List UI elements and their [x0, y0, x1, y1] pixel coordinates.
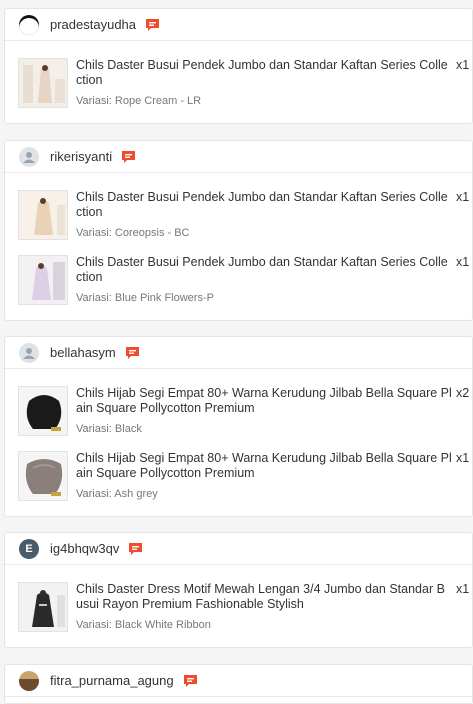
- chat-icon[interactable]: [183, 674, 198, 688]
- order-header: pradestayudha: [5, 9, 472, 41]
- product-title[interactable]: Chils Hijab Segi Empat 80+ Warna Kerudun…: [76, 386, 452, 416]
- product-quantity: x1: [456, 451, 470, 465]
- buyer-avatar[interactable]: [19, 342, 39, 363]
- order-card: pradestayudha Chils Daster Busui Pendek …: [4, 8, 473, 124]
- order-header: bellahasym: [5, 337, 472, 369]
- product-quantity: x1: [456, 582, 470, 596]
- order-item[interactable]: Chils Hijab Segi Empat 80+ Warna Kerudun…: [18, 386, 473, 438]
- product-thumbnail: [18, 58, 68, 108]
- product-quantity: x1: [456, 255, 470, 269]
- buyer-username[interactable]: rikerisyanti: [50, 149, 112, 164]
- buyer-username[interactable]: ig4bhqw3qv: [50, 541, 119, 556]
- chat-icon[interactable]: [128, 542, 143, 556]
- product-variant: Variasi: Rope Cream - LR: [76, 95, 202, 107]
- order-header: fitra_purnama_agung: [5, 665, 472, 697]
- product-variant: Variasi: Blue Pink Flowers-P: [76, 292, 214, 304]
- product-title[interactable]: Chils Daster Busui Pendek Jumbo dan Stan…: [76, 58, 452, 88]
- product-title[interactable]: Chils Hijab Segi Empat 80+ Warna Kerudun…: [76, 451, 452, 481]
- product-variant: Variasi: Coreopsis - BC: [76, 227, 190, 239]
- buyer-avatar[interactable]: [19, 146, 39, 167]
- chat-icon[interactable]: [121, 150, 136, 164]
- order-header: E ig4bhqw3qv: [5, 533, 472, 565]
- order-card: E ig4bhqw3qv Chils Daster Dress Motif Me…: [4, 532, 473, 648]
- chat-icon[interactable]: [125, 346, 140, 360]
- product-thumbnail: [18, 451, 68, 501]
- product-quantity: x1: [456, 58, 470, 72]
- order-card: rikerisyanti Chils Daster Busui Pendek J…: [4, 140, 473, 321]
- user-icon: [23, 151, 35, 163]
- order-item[interactable]: Chils Daster Busui Pendek Jumbo dan Stan…: [18, 255, 473, 307]
- buyer-avatar[interactable]: [19, 670, 39, 691]
- order-card: fitra_purnama_agung: [4, 664, 473, 704]
- product-variant: Variasi: Ash grey: [76, 488, 158, 500]
- product-quantity: x1: [456, 190, 470, 204]
- chat-icon[interactable]: [145, 18, 160, 32]
- user-icon: [23, 347, 35, 359]
- order-item[interactable]: Chils Daster Busui Pendek Jumbo dan Stan…: [18, 58, 473, 110]
- order-item[interactable]: Chils Daster Busui Pendek Jumbo dan Stan…: [18, 190, 473, 242]
- product-thumbnail: [18, 582, 68, 632]
- product-thumbnail: [18, 386, 68, 436]
- product-thumbnail: [18, 255, 68, 305]
- buyer-username[interactable]: pradestayudha: [50, 17, 136, 32]
- order-header: rikerisyanti: [5, 141, 472, 173]
- product-thumbnail: [18, 190, 68, 240]
- product-title[interactable]: Chils Daster Busui Pendek Jumbo dan Stan…: [76, 255, 452, 285]
- order-item[interactable]: Chils Daster Dress Motif Mewah Lengan 3/…: [18, 582, 473, 634]
- order-item[interactable]: Chils Hijab Segi Empat 80+ Warna Kerudun…: [18, 451, 473, 503]
- product-variant: Variasi: Black: [76, 423, 142, 435]
- buyer-avatar[interactable]: [19, 14, 39, 35]
- product-title[interactable]: Chils Daster Busui Pendek Jumbo dan Stan…: [76, 190, 452, 220]
- buyer-avatar[interactable]: E: [19, 538, 39, 559]
- product-quantity: x2: [456, 386, 470, 400]
- order-card: bellahasym Chils Hijab Segi Empat 80+ Wa…: [4, 336, 473, 517]
- buyer-username[interactable]: fitra_purnama_agung: [50, 673, 174, 688]
- product-title[interactable]: Chils Daster Dress Motif Mewah Lengan 3/…: [76, 582, 452, 612]
- buyer-username[interactable]: bellahasym: [50, 345, 116, 360]
- product-variant: Variasi: Black White Ribbon: [76, 619, 211, 631]
